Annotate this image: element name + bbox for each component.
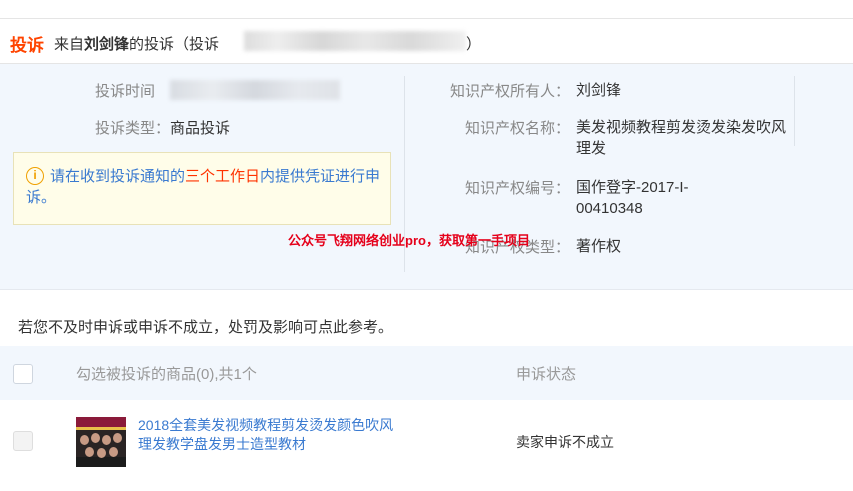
ip-number-value: 国作登字-2017-I-00410348 bbox=[576, 179, 689, 217]
table-row: 2018全套美发视频教程剪发烫发颜色吹风理发教学盘发男士造型教材 卖家申诉不成立 bbox=[0, 400, 853, 480]
ip-name-value: 美发视频教程剪发烫发染发吹风理发 bbox=[576, 119, 787, 157]
appeal-notice-text: 请在收到投诉通知的三个工作日内提供凭证进行申诉。 bbox=[26, 168, 381, 206]
complaint-source: 来自刘剑锋的投诉（投诉 bbox=[54, 33, 219, 54]
header-close-paren: ） bbox=[466, 36, 482, 53]
appeal-notice: i 请在收到投诉通知的三个工作日内提供凭证进行申诉。 bbox=[13, 152, 391, 225]
table-header: 勾选被投诉的商品(0),共1个 申诉状态 bbox=[0, 346, 853, 400]
complaint-type: 投诉类型：商品投诉 bbox=[95, 117, 230, 138]
complaint-type-value: 商品投诉 bbox=[170, 120, 231, 137]
product-thumbnail[interactable] bbox=[76, 417, 126, 467]
ip-name-label: 知识产权名称： bbox=[464, 120, 570, 137]
column-header-status: 申诉状态 bbox=[516, 366, 577, 383]
complaint-type-label: 投诉类型： bbox=[95, 120, 171, 137]
redacted-complaint-time bbox=[170, 80, 340, 100]
complaint-header: 投诉 来自刘剑锋的投诉（投诉 ） bbox=[0, 18, 853, 64]
from-suffix: 的投诉（投诉 bbox=[129, 36, 220, 53]
watermark-text: 公众号飞翔网络创业pro，获取第一手项目 bbox=[288, 233, 530, 248]
complainant-name: 刘剑锋 bbox=[84, 36, 130, 53]
deadline-highlight: 三个工作日 bbox=[185, 168, 261, 185]
ip-owner-label: 知识产权所有人： bbox=[449, 83, 570, 100]
penalty-hint[interactable]: 若您不及时申诉或申诉不成立，处罚及影响可点此参考。 bbox=[18, 316, 393, 337]
complaint-time-label: 投诉时间 bbox=[95, 83, 156, 100]
ip-type-value: 著作权 bbox=[576, 238, 622, 255]
from-prefix: 来自 bbox=[54, 36, 85, 53]
redacted-complaint-id bbox=[244, 31, 466, 51]
appeal-status: 卖家申诉不成立 bbox=[516, 434, 614, 450]
product-title-link[interactable]: 2018全套美发视频教程剪发烫发颜色吹风理发教学盘发男士造型教材 bbox=[138, 416, 398, 454]
ip-owner-value: 刘剑锋 bbox=[576, 82, 622, 99]
ip-number-label: 知识产权编号： bbox=[464, 180, 570, 197]
column-header-select: 勾选被投诉的商品(0),共1个 bbox=[76, 366, 257, 383]
row-checkbox[interactable] bbox=[13, 431, 33, 451]
panel-divider-right bbox=[794, 76, 795, 146]
complaint-page: 投诉 来自刘剑锋的投诉（投诉 ） 投诉时间 投诉类型：商品投诉 i 请在收到投诉… bbox=[0, 0, 853, 491]
complaint-tag: 投诉 bbox=[10, 36, 44, 55]
complaint-info-panel: 投诉时间 投诉类型：商品投诉 i 请在收到投诉通知的三个工作日内提供凭证进行申诉… bbox=[0, 64, 853, 290]
select-all-checkbox[interactable] bbox=[13, 364, 33, 384]
